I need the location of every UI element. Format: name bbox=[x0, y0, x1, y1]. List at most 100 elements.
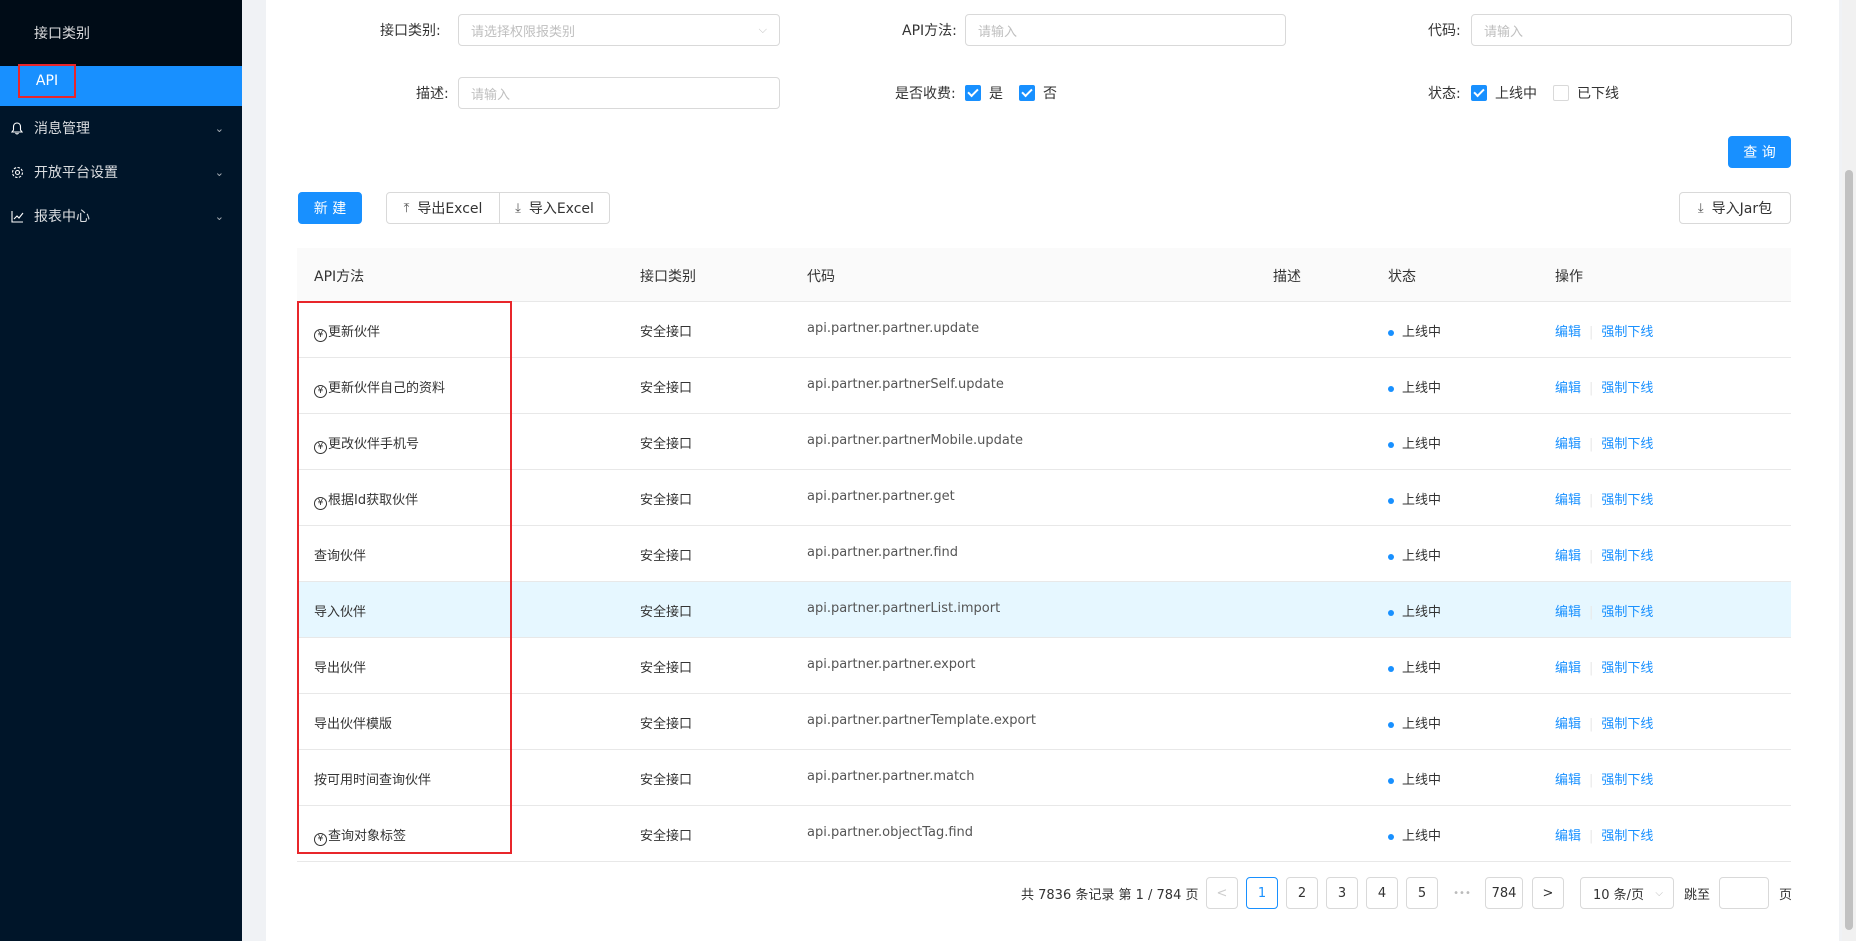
edit-link[interactable]: 编辑 bbox=[1555, 717, 1581, 732]
status-dot bbox=[1388, 385, 1394, 392]
code-label: 代码: bbox=[1428, 23, 1461, 39]
edit-link[interactable]: 编辑 bbox=[1555, 829, 1581, 844]
api-method-text: 更改伙伴手机号 bbox=[328, 437, 420, 452]
edit-link[interactable]: 编辑 bbox=[1555, 381, 1581, 396]
api-method-cell: 导入伙伴 bbox=[314, 601, 366, 620]
page-size-select[interactable]: 10 条/页 ⌵ bbox=[1580, 877, 1674, 909]
category-cell: 安全接口 bbox=[640, 605, 693, 620]
force-offline-link[interactable]: 强制下线 bbox=[1601, 829, 1653, 844]
charge-no-checkbox[interactable]: 否 bbox=[1019, 83, 1057, 103]
table-row[interactable]: 导入伙伴 安全接口 api.partner.partnerList.import 上线… bbox=[297, 582, 1791, 638]
force-offline-link[interactable]: 强制下线 bbox=[1601, 549, 1653, 564]
table-row[interactable]: ¥ 更新伙伴自己的资料 安全接口 api.partner.partnerSelf.up… bbox=[297, 358, 1791, 414]
sidebar-group-messages[interactable]: 消息管理 ⌄ bbox=[0, 106, 242, 150]
status-text: 上线中 bbox=[1402, 717, 1442, 732]
charge-yes-checkbox[interactable]: 是 bbox=[965, 83, 1003, 103]
status-offline-label: 已下线 bbox=[1577, 86, 1619, 102]
edit-link[interactable]: 编辑 bbox=[1555, 773, 1581, 788]
chevron-down-icon: ⌄ bbox=[214, 165, 224, 179]
api-method-label: API方法: bbox=[902, 23, 957, 39]
api-method-cell: 导出伙伴 bbox=[314, 657, 366, 676]
table-header: API方法 接口类别 代码 描述 状态 操作 bbox=[297, 248, 1791, 302]
status-online-checkbox[interactable]: 上线中 bbox=[1471, 83, 1537, 103]
sidebar-group-reports[interactable]: 报表中心 ⌄ bbox=[0, 194, 242, 238]
status-dot bbox=[1388, 777, 1394, 784]
desc-input[interactable]: 请输入 bbox=[458, 77, 780, 109]
scrollbar[interactable] bbox=[1842, 0, 1856, 941]
page-3-button[interactable]: 3 bbox=[1326, 877, 1358, 909]
status-cell: 上线中 bbox=[1388, 433, 1441, 452]
export-excel-label: 导出Excel bbox=[417, 201, 483, 217]
code-cell: api.partner.partner.get bbox=[807, 489, 955, 504]
sidebar: 接口类别 API 消息管理 ⌄ 开放平台设置 ⌄ 报表中心 ⌄ bbox=[0, 0, 242, 941]
edit-link[interactable]: 编辑 bbox=[1555, 661, 1581, 676]
code-cell: api.partner.partnerTemplate.export bbox=[807, 713, 1036, 728]
new-button[interactable]: 新 建 bbox=[298, 192, 362, 224]
edit-link[interactable]: 编辑 bbox=[1555, 493, 1581, 508]
api-method-text: 导出伙伴模版 bbox=[314, 717, 393, 732]
page-last-button[interactable]: 784 bbox=[1485, 877, 1523, 909]
jump-input[interactable] bbox=[1719, 877, 1769, 909]
force-offline-link[interactable]: 强制下线 bbox=[1601, 605, 1653, 620]
edit-link[interactable]: 编辑 bbox=[1555, 549, 1581, 564]
pagination-ellipsis[interactable]: ••• bbox=[1446, 877, 1478, 909]
force-offline-link[interactable]: 强制下线 bbox=[1601, 493, 1653, 508]
status-text: 上线中 bbox=[1402, 381, 1442, 396]
edit-link[interactable]: 编辑 bbox=[1555, 605, 1581, 620]
edit-link[interactable]: 编辑 bbox=[1555, 325, 1581, 340]
api-method-placeholder: 请输入 bbox=[978, 24, 1018, 40]
api-method-text: 根据Id获取伙伴 bbox=[328, 493, 419, 508]
api-method-cell: ¥ 更新伙伴自己的资料 bbox=[314, 377, 445, 398]
export-excel-button[interactable]: ⤒ 导出Excel bbox=[386, 192, 500, 224]
status-online-label: 上线中 bbox=[1495, 86, 1537, 102]
page-5-button[interactable]: 5 bbox=[1406, 877, 1438, 909]
column-header: 接口类别 bbox=[640, 269, 696, 285]
yen-icon: ¥ bbox=[314, 384, 327, 398]
api-method-input[interactable]: 请输入 bbox=[965, 14, 1286, 46]
import-jar-button[interactable]: ⤓ 导入Jar包 bbox=[1679, 192, 1791, 224]
force-offline-link[interactable]: 强制下线 bbox=[1601, 717, 1653, 732]
prev-page-button[interactable]: < bbox=[1206, 877, 1238, 909]
table-row[interactable]: ¥ 根据Id获取伙伴 安全接口 api.partner.partner.get 上线中 编… bbox=[297, 470, 1791, 526]
checkbox-checked-icon bbox=[1471, 85, 1487, 101]
page-4-button[interactable]: 4 bbox=[1366, 877, 1398, 909]
edit-link[interactable]: 编辑 bbox=[1555, 437, 1581, 452]
code-input[interactable]: 请输入 bbox=[1471, 14, 1792, 46]
page-1-button[interactable]: 1 bbox=[1246, 877, 1278, 909]
force-offline-link[interactable]: 强制下线 bbox=[1601, 381, 1653, 396]
force-offline-link[interactable]: 强制下线 bbox=[1601, 661, 1653, 676]
category-select[interactable]: 请选择权限报类别 ⌵ bbox=[458, 14, 780, 46]
code-placeholder: 请输入 bbox=[1484, 24, 1524, 40]
sidebar-item-api[interactable]: API bbox=[0, 64, 242, 106]
category-label: 接口类别: bbox=[380, 23, 441, 39]
status-dot bbox=[1388, 609, 1394, 616]
table-row[interactable]: 导出伙伴模版 安全接口 api.partner.partnerTemplate.ex… bbox=[297, 694, 1791, 750]
code-cell: api.partner.partner.update bbox=[807, 321, 980, 336]
force-offline-link[interactable]: 强制下线 bbox=[1601, 773, 1653, 788]
next-page-button[interactable]: > bbox=[1532, 877, 1564, 909]
page-size-label: 10 条/页 bbox=[1593, 887, 1645, 903]
status-offline-checkbox[interactable]: 已下线 bbox=[1553, 83, 1619, 103]
force-offline-link[interactable]: 强制下线 bbox=[1601, 437, 1653, 452]
force-offline-link[interactable]: 强制下线 bbox=[1601, 325, 1653, 340]
sidebar-group-platform-settings[interactable]: 开放平台设置 ⌄ bbox=[0, 150, 242, 194]
table-row[interactable]: ¥ 更改伙伴手机号 安全接口 api.partner.partnerMobile.up… bbox=[297, 414, 1791, 470]
table-row[interactable]: 按可用时间查询伙伴 安全接口 api.partner.partner.match 上线… bbox=[297, 750, 1791, 806]
api-method-cell: ¥ 根据Id获取伙伴 bbox=[314, 489, 418, 510]
download-icon: ⤓ bbox=[515, 200, 521, 216]
status-dot bbox=[1388, 721, 1394, 728]
scrollbar-thumb[interactable] bbox=[1845, 170, 1853, 930]
action-divider: | bbox=[1589, 605, 1594, 620]
query-button[interactable]: 查 询 bbox=[1728, 136, 1791, 168]
sidebar-item-category[interactable]: 接口类别 bbox=[0, 0, 242, 66]
column-header: 描述 bbox=[1273, 269, 1301, 285]
import-excel-button[interactable]: ⤓ 导入Excel bbox=[499, 192, 610, 224]
status-dot bbox=[1388, 833, 1394, 840]
upload-icon: ⤒ bbox=[403, 200, 410, 216]
charge-yes-label: 是 bbox=[989, 86, 1003, 102]
table-row[interactable]: ¥ 更新伙伴 安全接口 api.partner.partner.update 上线中 编辑… bbox=[297, 302, 1791, 358]
page-2-button[interactable]: 2 bbox=[1286, 877, 1318, 909]
table-row[interactable]: 查询伙伴 安全接口 api.partner.partner.find 上线中 编辑 | 强制… bbox=[297, 526, 1791, 582]
table-row[interactable]: ¥ 查询对象标签 安全接口 api.partner.objectTag.find 上线中… bbox=[297, 806, 1791, 862]
table-row[interactable]: 导出伙伴 安全接口 api.partner.partner.export 上线中 编辑 |… bbox=[297, 638, 1791, 694]
